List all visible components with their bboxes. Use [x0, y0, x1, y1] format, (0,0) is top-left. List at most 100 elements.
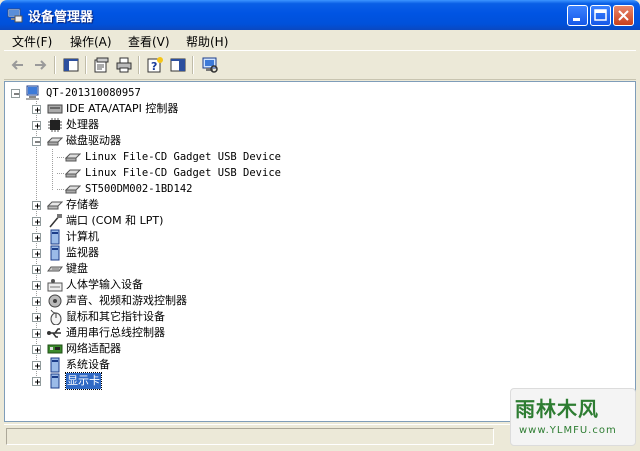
expand-toggle[interactable]	[32, 105, 41, 114]
toolbar-separator	[138, 56, 140, 74]
tree-category[interactable]: 鼠标和其它指针设备	[9, 309, 309, 325]
disk-drive-icon	[65, 153, 81, 162]
forward-arrow-icon[interactable]	[31, 56, 49, 74]
device-tree[interactable]: QT-201310080957 IDE ATA/ATAPI 控制器 处理器 磁盘…	[4, 81, 636, 422]
tree-category[interactable]: 声音、视频和游戏控制器	[9, 293, 309, 309]
expand-toggle[interactable]	[32, 345, 41, 354]
disk-drive-icon	[65, 185, 81, 194]
network-adapter-icon	[47, 344, 63, 354]
tree-category[interactable]: 人体学输入设备	[9, 277, 309, 293]
category-label: IDE ATA/ATAPI 控制器	[66, 102, 179, 115]
menu-help[interactable]: 帮助(H)	[186, 33, 228, 50]
monitor-icon	[50, 245, 60, 261]
title-bar[interactable]: 设备管理器	[0, 0, 640, 30]
hid-icon	[47, 279, 63, 292]
tree-category[interactable]: 存储卷	[9, 197, 309, 213]
tree-device[interactable]: Linux File-CD Gadget USB Device	[9, 165, 329, 181]
maximize-button[interactable]	[590, 5, 611, 26]
plus-icon	[35, 251, 40, 257]
category-label: 通用串行总线控制器	[66, 326, 165, 339]
computer-icon	[50, 229, 60, 245]
plus-icon	[35, 235, 40, 241]
system-device-icon	[50, 357, 60, 373]
plus-icon	[35, 363, 40, 369]
tree-category[interactable]: 系统设备	[9, 357, 309, 373]
watermark-logo: 雨林木风 www.YLMFU.com	[510, 388, 636, 446]
disk-drive-icon	[65, 169, 81, 178]
collapse-toggle[interactable]	[11, 89, 20, 98]
help-icon[interactable]: ?	[146, 56, 164, 74]
toolbar: ?	[4, 50, 636, 80]
tree-category[interactable]: 端口 (COM 和 LPT)	[9, 213, 309, 229]
plus-icon	[35, 107, 40, 113]
expand-toggle[interactable]	[32, 217, 41, 226]
tree-category[interactable]: 计算机	[9, 229, 309, 245]
tree-category[interactable]: 监视器	[9, 245, 309, 261]
back-arrow-icon[interactable]	[9, 56, 27, 74]
usb-icon	[47, 328, 61, 338]
computer-name: QT-201310080957	[46, 87, 141, 99]
device-label: ST500DM002-1BD142	[85, 183, 193, 195]
minimize-icon	[573, 18, 580, 21]
tree-device[interactable]: Linux File-CD Gadget USB Device	[9, 149, 329, 165]
minus-icon	[14, 93, 19, 95]
device-label: Linux File-CD Gadget USB Device	[85, 151, 281, 163]
tree-device[interactable]: ST500DM002-1BD142	[9, 181, 329, 197]
menu-file[interactable]: 文件(F)	[12, 33, 52, 50]
print-icon[interactable]	[115, 56, 133, 74]
close-icon	[618, 10, 629, 21]
computer-root-icon	[26, 85, 39, 100]
minimize-button[interactable]	[567, 5, 588, 26]
window-title: 设备管理器	[28, 10, 94, 25]
category-label-selected: 显示卡	[65, 372, 102, 390]
expand-toggle[interactable]	[32, 233, 41, 242]
expand-toggle[interactable]	[32, 377, 41, 386]
watermark-title: 雨林木风	[515, 397, 599, 421]
category-label: 键盘	[66, 262, 88, 275]
toolbar-separator	[54, 56, 56, 74]
category-label: 监视器	[66, 246, 99, 259]
show-hide-icon[interactable]	[169, 56, 187, 74]
tree-category[interactable]: 键盘	[9, 261, 309, 277]
expand-toggle[interactable]	[32, 281, 41, 290]
collapse-toggle[interactable]	[32, 137, 41, 146]
plus-icon	[35, 123, 40, 129]
sound-icon	[48, 294, 62, 308]
watermark-url: www.YLMFU.com	[519, 425, 617, 436]
tree-category[interactable]: 显示卡	[9, 372, 309, 390]
scan-hardware-icon[interactable]	[201, 56, 219, 74]
plus-icon	[35, 267, 40, 273]
tree-root[interactable]: QT-201310080957	[9, 85, 209, 101]
expand-toggle[interactable]	[32, 265, 41, 274]
disk-drive-icon	[47, 137, 63, 146]
maximize-icon	[594, 9, 607, 21]
expand-toggle[interactable]	[32, 361, 41, 370]
tree-category[interactable]: 通用串行总线控制器	[9, 325, 309, 341]
svg-text:?: ?	[151, 60, 157, 73]
category-label: 磁盘驱动器	[66, 134, 121, 147]
plus-icon	[35, 283, 40, 289]
category-label: 系统设备	[66, 358, 110, 371]
expand-toggle[interactable]	[32, 121, 41, 130]
expand-toggle[interactable]	[32, 249, 41, 258]
toolbar-separator	[192, 56, 194, 74]
category-label: 鼠标和其它指针设备	[66, 310, 165, 323]
expand-toggle[interactable]	[32, 201, 41, 210]
category-label: 端口 (COM 和 LPT)	[66, 214, 164, 227]
storage-volume-icon	[47, 201, 63, 210]
properties-icon[interactable]	[92, 56, 110, 74]
category-label: 网络适配器	[66, 342, 121, 355]
plus-icon	[35, 219, 40, 225]
expand-toggle[interactable]	[32, 313, 41, 322]
tree-category[interactable]: IDE ATA/ATAPI 控制器	[9, 101, 309, 117]
tree-category[interactable]: 处理器	[9, 117, 309, 133]
tree-category[interactable]: 磁盘驱动器	[9, 133, 309, 149]
close-button[interactable]	[613, 5, 634, 26]
menu-action[interactable]: 操作(A)	[70, 33, 112, 50]
processor-icon	[48, 118, 62, 132]
expand-toggle[interactable]	[32, 329, 41, 338]
menu-view[interactable]: 查看(V)	[128, 33, 170, 50]
tree-category[interactable]: 网络适配器	[9, 341, 309, 357]
console-tree-icon[interactable]	[62, 56, 80, 74]
expand-toggle[interactable]	[32, 297, 41, 306]
